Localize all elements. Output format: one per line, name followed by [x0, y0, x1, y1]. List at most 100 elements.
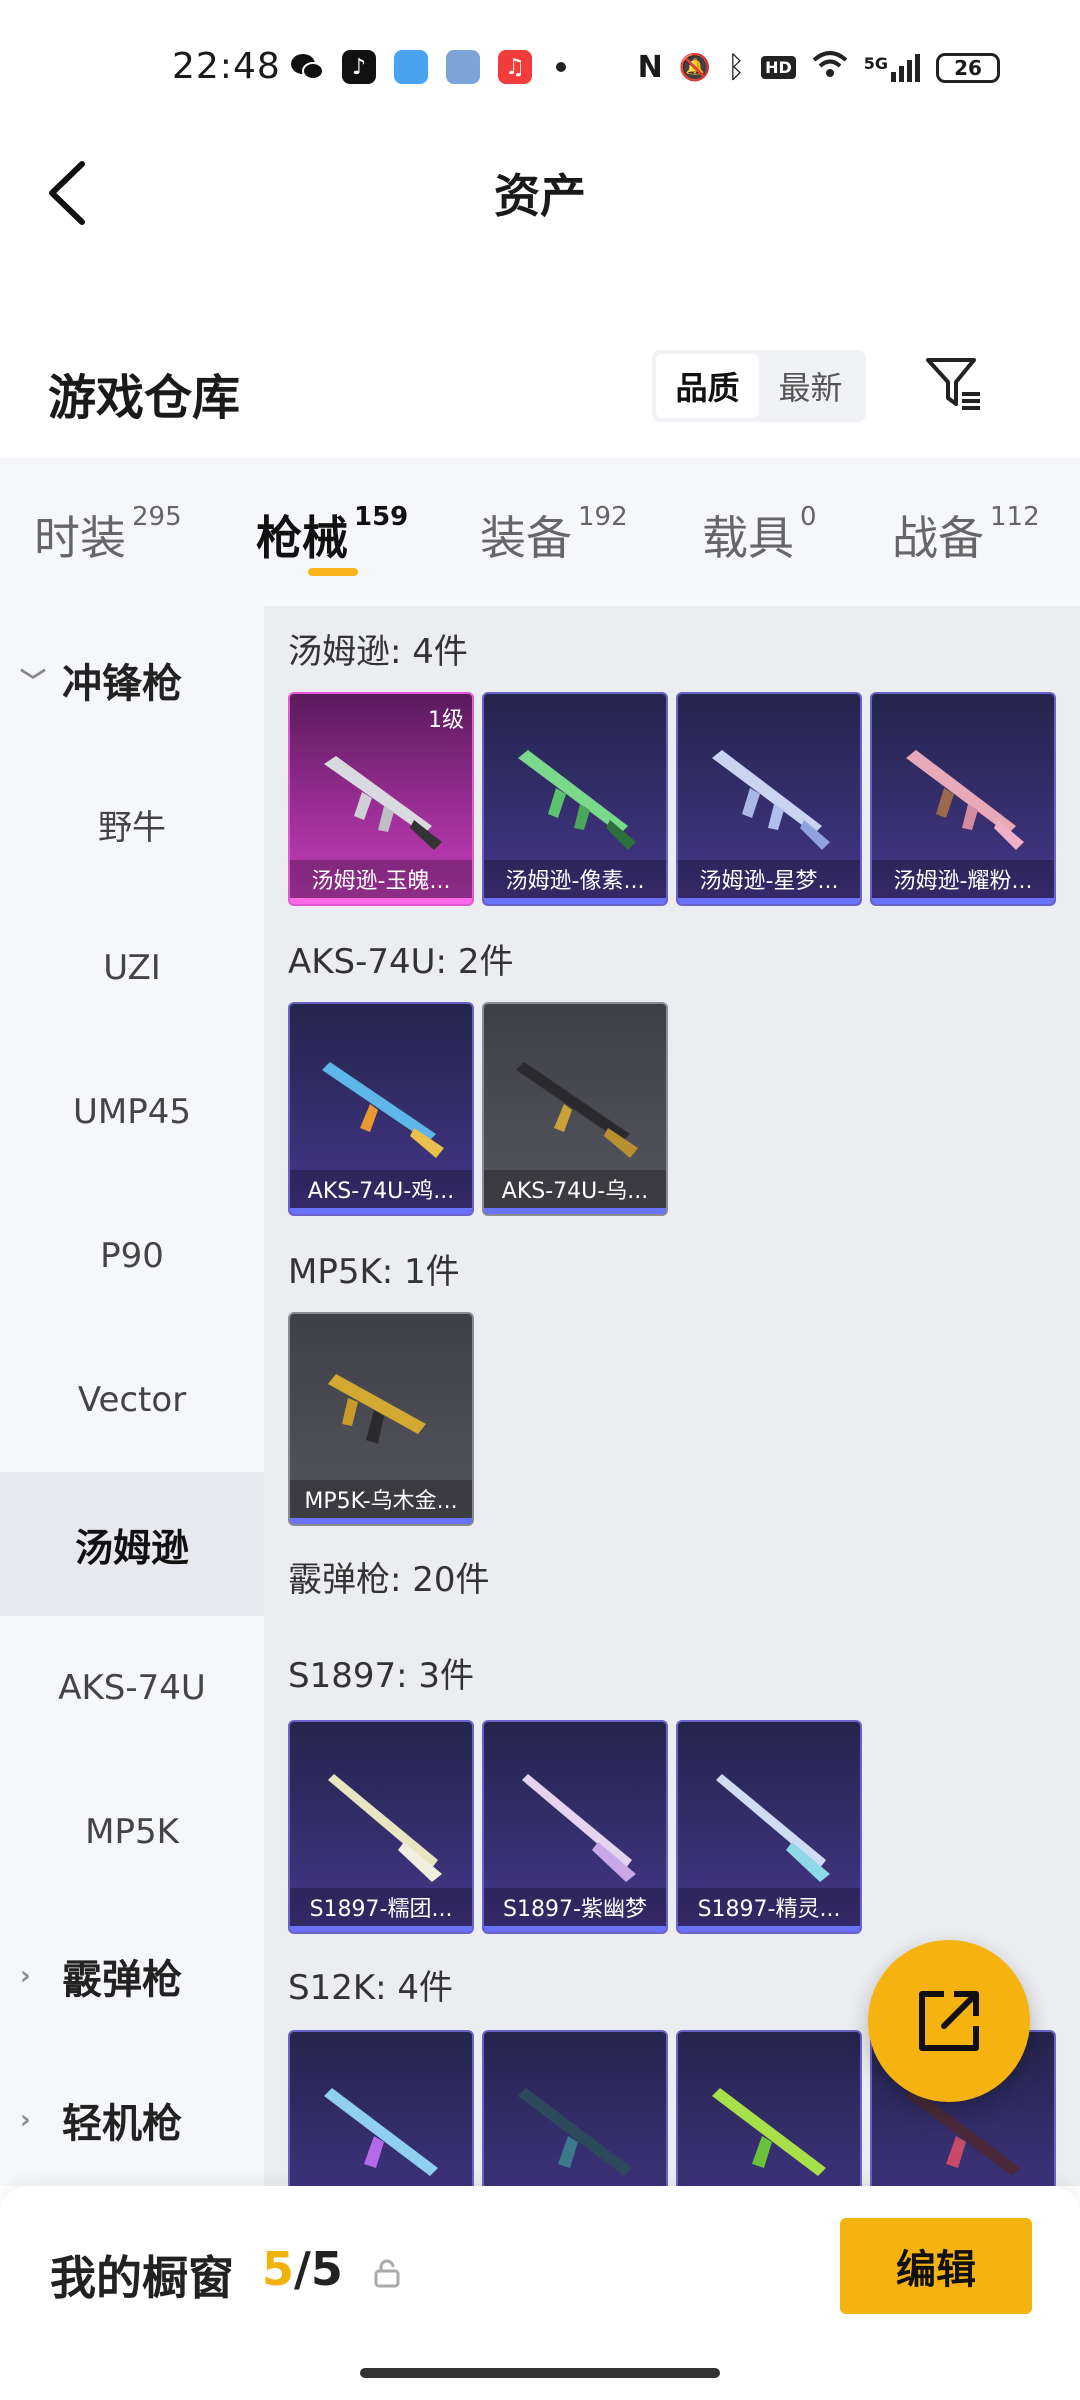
hd-icon: HD [761, 56, 796, 79]
sidebar-item-label: MP5K [85, 1812, 179, 1852]
skin-card[interactable]: 汤姆逊-像素... [482, 692, 668, 906]
skin-card[interactable] [676, 2030, 862, 2186]
sidebar-item-thompson[interactable]: 汤姆逊 [0, 1472, 264, 1616]
chevron-right-icon: › [20, 2105, 31, 2135]
skin-card[interactable] [482, 2030, 668, 2186]
rifle-icon [322, 1062, 444, 1158]
bluetooth-icon: ᛒ [727, 50, 746, 85]
skin-name: S1897-糯团... [290, 1888, 472, 1926]
rarity-bar [484, 1926, 666, 1932]
sidebar-category-smg[interactable]: ﹀ 冲锋枪 [0, 608, 264, 752]
group-title: S12K: 4件 [288, 1968, 454, 2008]
rarity-bar [678, 1926, 860, 1932]
shotgun-icon [716, 1774, 830, 1882]
showcase-bar: 我的橱窗 5/5 编辑 [0, 2186, 1080, 2400]
tab-firearms[interactable]: 枪械 159 [256, 502, 408, 568]
sidebar-item-p90[interactable]: P90 [0, 1184, 264, 1328]
shotgun-icon [518, 2088, 632, 2176]
skin-card[interactable]: AKS-74U-鸡... [288, 1002, 474, 1216]
sidebar-item-label: 汤姆逊 [74, 1525, 189, 1570]
network-type: 5G [863, 53, 888, 73]
skin-name: S1897-精灵... [678, 1888, 860, 1926]
status-bar: 22:48 ♪ ♫ N 🔕 ᛒ HD 5G 26 [0, 0, 1080, 140]
shotgun-icon [712, 2088, 826, 2176]
skin-card[interactable]: MP5K-乌木金... [288, 1312, 474, 1526]
tab-label: 载具 [702, 511, 794, 565]
smg-icon [328, 1374, 426, 1444]
tab-count: 159 [354, 502, 409, 532]
sidebar-item-label: 冲锋枪 [62, 661, 182, 707]
tab-label: 枪械 [256, 511, 348, 565]
sort-toggle: 品质 最新 [652, 350, 866, 422]
rarity-bar [484, 898, 666, 904]
tab-label: 时装 [34, 511, 126, 565]
sidebar-item-bizon[interactable]: 野牛 [0, 752, 264, 896]
tab-vehicles[interactable]: 载具 0 [702, 502, 817, 568]
sidebar-item-label: Vector [77, 1380, 187, 1420]
chevron-down-icon: ﹀ [20, 667, 47, 698]
sidebar-item-vector[interactable]: Vector [0, 1328, 264, 1472]
shotgun-icon [522, 1774, 636, 1882]
skin-name: 汤姆逊-耀粉... [872, 860, 1054, 898]
rarity-bar [872, 898, 1054, 904]
skin-card[interactable]: 汤姆逊-星梦... [676, 692, 862, 906]
smg-icon [712, 750, 830, 850]
skin-card[interactable]: 汤姆逊-耀粉... [870, 692, 1056, 906]
tab-count: 192 [578, 502, 628, 532]
page-title: 资产 [494, 169, 586, 223]
sidebar-category-shotgun[interactable]: › 霰弹枪 [0, 1904, 264, 2048]
skin-card[interactable] [288, 2030, 474, 2186]
sidebar-item-label: 野牛 [98, 807, 166, 848]
sidebar-item-uzi[interactable]: UZI [0, 896, 264, 1040]
skin-card[interactable]: S1897-精灵... [676, 1720, 862, 1934]
sidebar-item-aks74u[interactable]: AKS-74U [0, 1616, 264, 1760]
showcase-count: 5/5 [262, 2242, 343, 2296]
sidebar-category-lmg[interactable]: › 轻机枪 [0, 2048, 264, 2192]
music-app-icon: ♫ [498, 50, 532, 84]
sidebar-item-label: P90 [100, 1236, 164, 1276]
warehouse-title: 游戏仓库 [48, 370, 241, 426]
sidebar-item-label: 霰弹枪 [62, 1957, 182, 2003]
sidebar-item-ump45[interactable]: UMP45 [0, 1040, 264, 1184]
skin-name: MP5K-乌木金... [290, 1480, 472, 1518]
showcase-count-separator: / [294, 2242, 311, 2296]
wifi-icon [812, 50, 848, 85]
sort-option-quality[interactable]: 品质 [656, 354, 759, 418]
smg-icon [324, 756, 442, 850]
shotgun-icon [328, 1774, 442, 1882]
skin-card[interactable]: AKS-74U-乌... [482, 1002, 668, 1216]
sort-option-newest[interactable]: 最新 [759, 354, 862, 418]
skin-card[interactable]: 1级 汤姆逊-玉魄... [288, 692, 474, 906]
tab-equipment[interactable]: 装备 192 [480, 502, 628, 568]
tab-count: 0 [800, 502, 817, 532]
chevron-right-icon: › [20, 1961, 31, 1991]
weather-icon [394, 50, 428, 84]
filter-button[interactable] [924, 354, 984, 414]
share-external-icon [919, 1991, 979, 2051]
showcase-title: 我的橱窗 [50, 2251, 234, 2305]
status-time: 22:48 [172, 46, 281, 87]
share-fab-button[interactable] [868, 1940, 1030, 2102]
sidebar-item-mp5k[interactable]: MP5K [0, 1760, 264, 1904]
cat-app-icon [446, 50, 480, 84]
rarity-bar [290, 1518, 472, 1524]
tab-fashion[interactable]: 时装 295 [34, 502, 182, 568]
skin-name: 汤姆逊-玉魄... [290, 860, 472, 898]
tab-count: 112 [990, 502, 1040, 532]
tab-supplies[interactable]: 战备 112 [892, 502, 1040, 568]
sidebar-item-label: UZI [103, 948, 161, 988]
battery-indicator: 26 [936, 52, 1000, 83]
weapon-sidebar: ﹀ 冲锋枪 野牛 UZI UMP45 P90 Vector 汤姆逊 AKS-74… [0, 606, 264, 2186]
tab-label: 装备 [480, 511, 572, 565]
notification-icons: ♪ ♫ [290, 50, 566, 84]
item-level: 1级 [428, 708, 464, 733]
rarity-bar [290, 1926, 472, 1932]
edit-button[interactable]: 编辑 [840, 2218, 1032, 2314]
home-indicator[interactable] [360, 2368, 720, 2378]
skin-name: 汤姆逊-星梦... [678, 860, 860, 898]
skin-card[interactable]: S1897-紫幽梦 [482, 1720, 668, 1934]
skin-name: S1897-紫幽梦 [484, 1888, 666, 1926]
skin-card[interactable]: S1897-糯团... [288, 1720, 474, 1934]
active-tab-indicator [308, 568, 358, 576]
mute-icon: 🔕 [678, 52, 712, 83]
